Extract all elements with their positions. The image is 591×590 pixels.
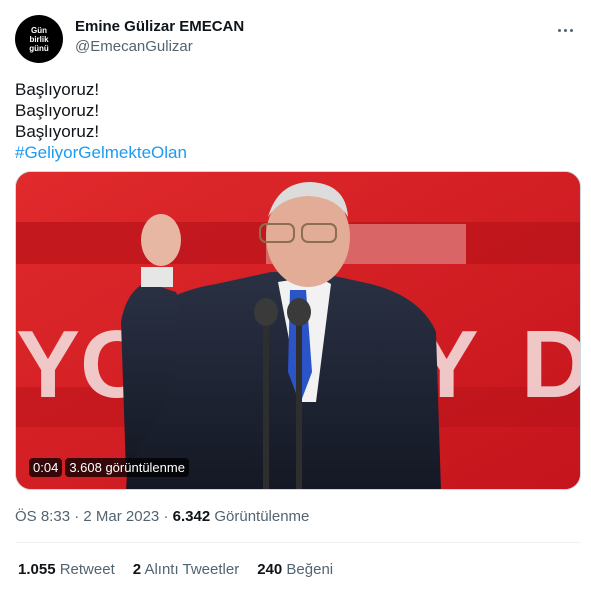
views-count: 6.342 [172, 508, 211, 525]
video-frame-image: YOR TY D [16, 172, 581, 489]
svg-text:D: D [521, 311, 581, 418]
hashtag-link[interactable]: #GeliyorGelmekteOlan [15, 142, 187, 163]
tweet-text: Başlıyoruz! Başlıyoruz! Başlıyoruz! #Gel… [15, 79, 187, 163]
tweet-time[interactable]: ÖS 8:33 [15, 508, 70, 525]
video-view-count: 3.608 görüntülenme [65, 458, 189, 477]
more-options-button[interactable] [555, 20, 575, 40]
tweet-text-line: Başlıyoruz! [15, 122, 100, 141]
likes-stat[interactable]: 240 Beğeni [257, 560, 333, 580]
avatar-text-line: birlik [29, 34, 49, 44]
avatar-text-line: Gün [31, 25, 47, 35]
more-horizontal-icon [569, 28, 573, 32]
author-display-name[interactable]: Emine Gülizar EMECAN [75, 17, 244, 37]
tweet-text-line: Başlıyoruz! [15, 101, 100, 120]
likes-count: 240 [257, 561, 283, 578]
retweets-count: 1.055 [18, 561, 56, 578]
video-badge: 0:04 3.608 görüntülenme [29, 458, 189, 477]
quotes-count: 2 [132, 561, 142, 578]
divider [15, 542, 581, 543]
avatar[interactable]: Gün birlik günü [15, 15, 63, 63]
quote-tweets-stat[interactable]: 2 Alıntı Tweetler [133, 560, 239, 580]
meta-separator: · [74, 508, 80, 525]
meta-separator: · [163, 508, 169, 525]
author-block: Emine Gülizar EMECAN @EmecanGulizar [75, 17, 244, 57]
more-horizontal-icon [563, 28, 567, 32]
avatar-text-line: günü [29, 43, 49, 53]
video-player[interactable]: YOR TY D [15, 171, 581, 490]
author-handle[interactable]: @EmecanGulizar [75, 37, 244, 57]
views-label: Görüntülenme [214, 508, 310, 525]
quotes-label: Alıntı Tweetler [144, 561, 240, 578]
retweets-stat[interactable]: 1.055 Retweet [18, 560, 115, 580]
tweet-meta: ÖS 8:33 · 2 Mar 2023 · 6.342 Görüntülenm… [15, 507, 309, 527]
tweet-text-line: Başlıyoruz! [15, 80, 100, 99]
engagement-stats: 1.055 Retweet 2 Alıntı Tweetler 240 Beğe… [18, 560, 333, 580]
likes-label: Beğeni [286, 561, 334, 578]
more-horizontal-icon [557, 28, 561, 32]
retweets-label: Retweet [59, 561, 115, 578]
video-duration: 0:04 [29, 458, 63, 477]
tweet-card: Gün birlik günü Emine Gülizar EMECAN @Em… [0, 0, 591, 590]
tweet-date[interactable]: 2 Mar 2023 [83, 508, 159, 525]
